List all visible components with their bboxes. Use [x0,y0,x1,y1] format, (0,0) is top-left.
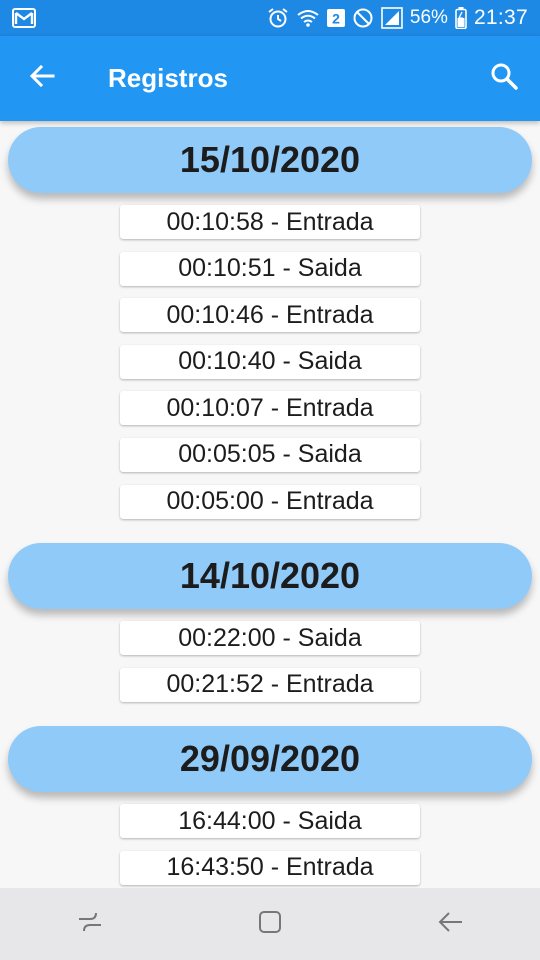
alarm-icon [267,7,289,29]
entry-list: 16:44:00 - Saida 16:43:50 - Entrada [0,792,540,888]
back-button[interactable] [20,57,64,101]
entry-list: 00:10:58 - Entrada 00:10:51 - Saida 00:10:… [0,193,540,537]
record-entry[interactable]: 16:43:50 - Entrada [120,850,420,885]
recents-button[interactable] [60,899,120,949]
sim-badge-text: 2 [332,11,340,27]
date-header[interactable]: 29/09/2020 [8,726,532,793]
recents-icon [76,908,104,941]
system-back-button[interactable] [420,899,480,949]
date-header[interactable]: 14/10/2020 [8,543,532,610]
back-icon [436,908,464,941]
wifi-icon [296,8,320,28]
record-entry[interactable]: 00:10:58 - Entrada [120,205,420,239]
date-header[interactable]: 15/10/2020 [8,127,532,193]
sim-icon: 2 [326,8,345,28]
record-entry[interactable]: 00:22:00 - Saida [120,621,420,656]
gmail-icon [12,8,36,28]
search-button[interactable] [482,57,526,101]
battery-icon [455,7,467,29]
record-entry[interactable]: 16:44:00 - Saida [120,804,420,839]
status-time: 21:37 [473,6,528,29]
record-entry[interactable]: 00:05:05 - Saida [120,437,420,472]
record-group: 29/09/2020 16:44:00 - Saida 16:43:50 - Ent… [0,726,540,888]
record-group: 15/10/2020 00:10:58 - Entrada 00:10:51 - S… [0,127,540,537]
dnd-icon [352,7,374,29]
record-entry[interactable]: 00:05:00 - Entrada [120,484,420,519]
battery-percent: 56% [409,7,448,28]
signal-icon [381,7,403,29]
status-bar: 2 56% 21:37 [0,0,540,36]
app-bar: Registros [0,36,540,121]
record-entry[interactable]: 00:10:07 - Entrada [120,391,420,426]
navigation-bar [0,888,540,960]
record-entry[interactable]: 00:21:52 - Entrada [120,667,420,702]
record-entry[interactable]: 00:10:46 - Entrada [120,298,420,333]
record-entry[interactable]: 00:10:40 - Saida [120,344,420,379]
page-title: Registros [108,63,228,93]
records-list[interactable]: 15/10/2020 00:10:58 - Entrada 00:10:51 - S… [0,121,540,888]
record-group: 14/10/2020 00:22:00 - Saida 00:21:52 - Ent… [0,543,540,720]
home-button[interactable] [240,899,300,949]
entry-list: 00:22:00 - Saida 00:21:52 - Entrada [0,609,540,720]
record-entry[interactable]: 00:10:51 - Saida [120,251,420,286]
home-icon [256,908,284,941]
arrow-back-icon [29,63,55,94]
search-icon [490,62,518,95]
